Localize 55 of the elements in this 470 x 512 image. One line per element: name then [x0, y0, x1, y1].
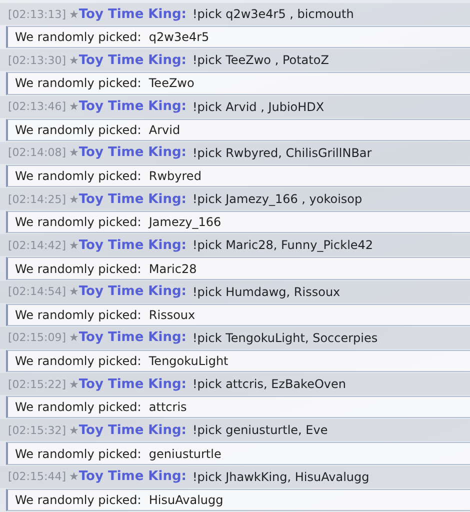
rank-symbol: ★ [69, 100, 79, 114]
message-text: !pick TeeZwo , PotatoZ [192, 53, 329, 68]
username: Toy Time King: [78, 330, 186, 346]
username: Toy Time King: [78, 99, 186, 114]
message-text: !pick JhawkKing, HisuAvalugg [192, 470, 370, 484]
rank-symbol: ★ [69, 192, 79, 206]
message-text: !pick Jamezy_166 , yokoisop [192, 192, 362, 206]
bot-reply: We randomly picked: Rissoux [6, 304, 470, 326]
username: Toy Time King: [78, 145, 186, 160]
timestamp: [02:15:22] [8, 378, 66, 391]
bot-reply: We randomly picked: TengokuLight [6, 350, 470, 372]
rank-symbol: ★ [69, 331, 79, 344]
bot-reply: We randomly picked: HisuAvalugg [6, 488, 470, 511]
username: Toy Time King: [78, 422, 186, 438]
username: Toy Time King: [78, 6, 186, 22]
timestamp: [02:13:13] [8, 8, 66, 21]
timestamp: [02:14:25] [8, 192, 66, 206]
timestamp: [02:15:32] [8, 424, 66, 437]
message-text: !pick Maric28, Funny_Pickle42 [192, 238, 374, 252]
rank-symbol: ★ [69, 285, 79, 298]
bot-reply: We randomly picked: Arvid [6, 118, 470, 141]
timestamp: [02:14:54] [8, 285, 66, 298]
rank-symbol: ★ [69, 146, 79, 160]
username: Toy Time King: [78, 376, 186, 392]
timestamp: [02:14:08] [8, 146, 66, 160]
timestamp: [02:15:09] [8, 331, 66, 344]
bot-reply: We randomly picked: q2w3e4r5 [6, 26, 470, 48]
username: Toy Time King: [78, 284, 186, 300]
rank-symbol: ★ [69, 238, 79, 252]
username: Toy Time King: [78, 52, 186, 68]
timestamp: [02:13:30] [8, 54, 66, 67]
timestamp: [02:15:44] [8, 470, 66, 484]
bot-reply: We randomly picked: TeeZwo [6, 72, 470, 95]
rank-symbol: ★ [69, 54, 79, 67]
message-text: !pick geniusturtle, Eve [192, 423, 328, 438]
message-text: !pick attcris, EzBakeOven [192, 377, 346, 392]
bot-reply: We randomly picked: Maric28 [6, 257, 470, 280]
message-text: !pick Arvid , JubioHDX [192, 100, 324, 114]
message-text: !pick q2w3e4r5 , bicmouth [192, 7, 354, 22]
username: Toy Time King: [78, 192, 186, 207]
rank-symbol: ★ [69, 378, 79, 391]
rank-symbol: ★ [69, 424, 79, 437]
timestamp: [02:13:46] [8, 100, 66, 114]
bot-reply: We randomly picked: Rwbyred [6, 164, 470, 188]
bot-reply: We randomly picked: Jamezy_166 [6, 211, 470, 234]
message-text: !pick TengokuLight, Soccerpies [192, 330, 378, 345]
username: Toy Time King: [78, 238, 186, 253]
bot-reply: We randomly picked: geniusturtle [6, 442, 470, 465]
rank-symbol: ★ [69, 470, 79, 484]
message-text: !pick Rwbyred, ChilisGrillNBar [192, 146, 372, 160]
bot-reply: We randomly picked: attcris [6, 396, 470, 418]
timestamp: [02:14:42] [8, 238, 66, 252]
message-text: !pick Humdawg, Rissoux [192, 284, 340, 299]
username: Toy Time King: [78, 469, 186, 484]
rank-symbol: ★ [69, 8, 79, 21]
